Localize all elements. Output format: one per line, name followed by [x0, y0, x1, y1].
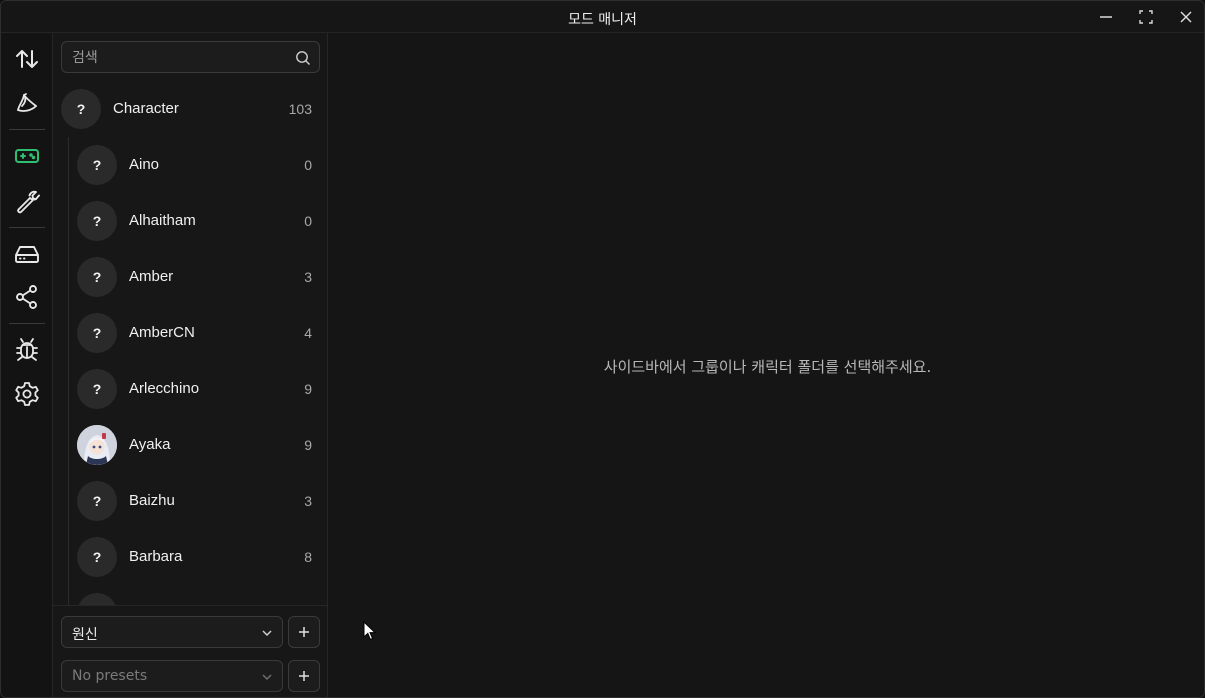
item-count: 0 [304, 213, 312, 229]
game-select-value: 원신 [72, 627, 98, 643]
rail-games-button[interactable] [9, 138, 45, 174]
list-item[interactable]: ? Barbara 8 [69, 537, 328, 577]
rail-settings-button[interactable] [9, 376, 45, 412]
share-icon [16, 285, 37, 309]
item-count: 3 [304, 493, 312, 509]
game-select[interactable]: 원신 [61, 616, 283, 648]
nav-rail [1, 33, 53, 697]
item-count: 4 [304, 325, 312, 341]
list-item[interactable]: Ayaka 9 [69, 425, 328, 465]
list-item[interactable]: ? Amber 3 [69, 257, 328, 297]
item-count: 8 [304, 549, 312, 565]
avatar: ? [77, 313, 117, 353]
list-item[interactable]: ? Alhaitham 0 [69, 201, 328, 241]
rail-tools-button[interactable] [9, 183, 45, 219]
avatar: ? [77, 369, 117, 409]
banana-icon [17, 93, 37, 112]
sort-icon [16, 50, 38, 68]
list-item[interactable]: ? Aino 0 [69, 145, 328, 185]
search-icon[interactable] [295, 50, 311, 66]
preset-select-value: No presets [72, 668, 148, 684]
item-name: Aino [129, 156, 160, 173]
maximize-icon [1139, 10, 1153, 24]
search-box[interactable] [61, 41, 320, 73]
ayaka-portrait-image [77, 425, 117, 465]
settings-icon [15, 382, 39, 406]
gamepad-icon [15, 149, 39, 163]
item-count: 0 [304, 157, 312, 173]
rail-share-button[interactable] [9, 279, 45, 315]
chevron-down-icon [262, 674, 272, 681]
rail-divider [9, 227, 45, 228]
item-name: Baizhu [129, 492, 175, 509]
item-name: Ayaka [129, 436, 171, 453]
empty-state-message: 사이드바에서 그룹이나 캐릭터 폴더를 선택해주세요. [603, 358, 932, 376]
list-item[interactable]: ? AmberCN 4 [69, 313, 328, 353]
maximize-button[interactable] [1132, 5, 1160, 29]
minimize-icon [1100, 16, 1112, 18]
rail-banana-button[interactable] [9, 85, 45, 121]
minimize-button[interactable] [1092, 5, 1120, 29]
add-game-button[interactable] [288, 616, 320, 648]
sidebar: ? Character 103 ? Aino 0 ? Alhaitham 0 ?… [53, 33, 328, 697]
bug-icon [16, 338, 38, 361]
item-count: 9 [304, 437, 312, 453]
drive-icon [15, 246, 39, 263]
item-count: 3 [304, 269, 312, 285]
list-item-partial[interactable] [69, 593, 328, 605]
item-name: Arlecchino [129, 380, 200, 397]
rail-divider [9, 129, 45, 130]
rail-drive-button[interactable] [9, 236, 45, 272]
sidebar-footer: 원신 No presets [53, 605, 328, 697]
mouse-cursor-icon [363, 621, 377, 641]
wrench-icon [17, 190, 40, 214]
item-count: 9 [304, 381, 312, 397]
character-portrait-avatar [77, 425, 117, 465]
avatar: ? [77, 537, 117, 577]
rail-debug-button[interactable] [9, 331, 45, 367]
item-name: AmberCN [129, 324, 195, 341]
list-item[interactable]: ? Baizhu 3 [69, 481, 328, 521]
search-input[interactable] [72, 48, 292, 68]
group-name: Character [113, 100, 179, 117]
preset-select[interactable]: No presets [61, 660, 283, 692]
add-preset-button[interactable] [288, 660, 320, 692]
avatar: ? [77, 481, 117, 521]
close-icon [1180, 11, 1192, 23]
title-bar: 모드 매니저 [1, 1, 1204, 33]
list-item[interactable]: ? Arlecchino 9 [69, 369, 328, 409]
avatar: ? [77, 201, 117, 241]
plus-icon [299, 671, 309, 681]
app-window: 모드 매니저 검색 ? Character 103 ? Aino 0 ? Alh… [0, 0, 1205, 698]
item-name: Alhaitham [129, 212, 196, 229]
character-list: ? Character 103 ? Aino 0 ? Alhaitham 0 ?… [53, 81, 328, 605]
plus-icon [299, 627, 309, 637]
close-button[interactable] [1172, 5, 1200, 29]
item-name: Amber [129, 268, 174, 285]
main-content: 사이드바에서 그룹이나 캐릭터 폴더를 선택해주세요. [329, 33, 1204, 697]
avatar [77, 593, 117, 605]
window-title: 모드 매니저 [568, 12, 637, 28]
chevron-down-icon [262, 630, 272, 637]
rail-divider [9, 323, 45, 324]
rail-sort-button[interactable] [9, 41, 45, 77]
avatar: ? [77, 257, 117, 297]
group-avatar: ? [61, 89, 101, 129]
group-row-character[interactable]: ? Character 103 [53, 89, 328, 129]
avatar: ? [77, 145, 117, 185]
item-name: Barbara [129, 548, 183, 565]
group-count: 103 [288, 101, 312, 117]
